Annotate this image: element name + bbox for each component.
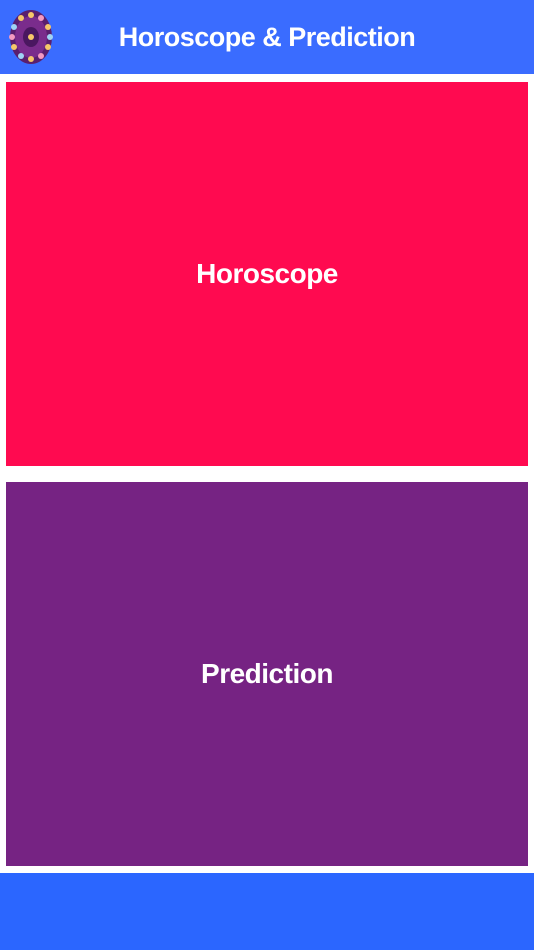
horoscope-button[interactable]: Horoscope [6, 82, 528, 466]
footer-bar [0, 873, 534, 950]
prediction-button-label: Prediction [201, 658, 333, 689]
page-title: Horoscope & Prediction [118, 22, 416, 52]
prediction-button[interactable]: Prediction [6, 482, 528, 866]
app-screen: Horoscope & Prediction Horoscope Predict… [0, 0, 534, 950]
header-bar: Horoscope & Prediction [0, 0, 534, 74]
horoscope-button-label: Horoscope [196, 258, 338, 289]
zodiac-wheel-icon[interactable] [9, 9, 53, 65]
